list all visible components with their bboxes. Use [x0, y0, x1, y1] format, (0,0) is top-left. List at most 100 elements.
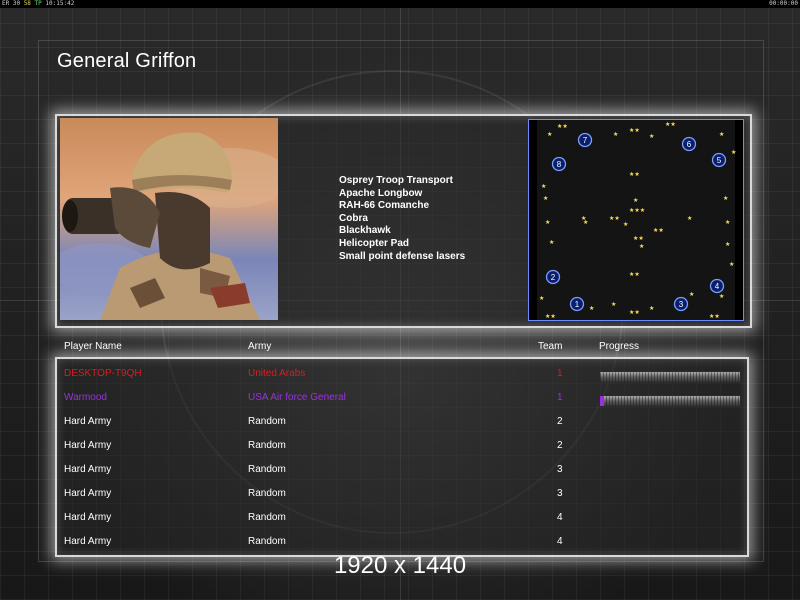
player-team: 2 [557, 416, 563, 427]
svg-text:★: ★ [589, 305, 594, 312]
svg-text:★★: ★★ [629, 309, 640, 316]
unit-item: RAH-66 Comanche [339, 200, 430, 212]
player-name: DESKTOP-T9QH [64, 368, 142, 379]
svg-text:★★: ★★ [633, 235, 644, 242]
svg-text:★★: ★★ [709, 313, 720, 320]
player-name: Hard Army [64, 536, 112, 547]
svg-text:★★: ★★ [629, 127, 640, 134]
map-preview: ★★ ★★ ★★ ★ ★ ★ ★ ★ ★ ★★ ★ ★ ★★ ★★★ ★ ★ ★★ ★ ★ ★ ★ ★ ★★ ★… [528, 119, 744, 321]
column-header-team: Team [538, 341, 563, 352]
svg-text:★: ★ [633, 197, 638, 204]
player-army: United Arabs [248, 368, 306, 379]
start-position-label: 1 [575, 300, 580, 309]
unit-list: Osprey Troop Transport Apache Longbow RA… [339, 175, 465, 263]
player-row: Warmood USA Air force General 1 [0, 388, 800, 408]
unit-item: Small point defense lasers [339, 250, 466, 262]
svg-text:★★: ★★ [629, 271, 640, 278]
page-title: General Griffon [57, 50, 197, 72]
start-position-label: 7 [583, 136, 588, 145]
svg-text:★: ★ [731, 149, 736, 156]
svg-text:★: ★ [723, 195, 728, 202]
player-row: DESKTOP-T9QH United Arabs 1 [0, 364, 800, 384]
player-army: Random [248, 464, 286, 475]
player-name: Hard Army [64, 512, 112, 523]
svg-text:★: ★ [613, 131, 618, 138]
svg-text:★: ★ [545, 219, 550, 226]
svg-text:★★: ★★ [545, 313, 556, 320]
svg-text:★: ★ [649, 133, 654, 140]
player-row: Hard Army Random 2 [0, 412, 800, 432]
general-portrait [60, 118, 278, 320]
svg-text:★★★: ★★★ [629, 207, 645, 214]
debug-status-bar: ER 30 58 TP 10:15:42 00:00:00 [0, 0, 800, 8]
svg-text:★: ★ [687, 215, 692, 222]
stat-b: 58 [23, 0, 31, 7]
clock-right: 00:00:00 [769, 0, 798, 7]
load-progress-fill [600, 396, 605, 406]
stat-a: ER 30 [2, 0, 21, 7]
svg-text:★: ★ [623, 221, 628, 228]
minimap-svg: ★★★★★★ ★ ★ ★ ★ ★★★★ ★★ ★★ ★★★★★ ★★★★ ★★★ ★★★… [529, 120, 743, 320]
start-position-label: 5 [717, 156, 722, 165]
player-army: Random [248, 416, 286, 427]
start-position-label: 2 [551, 273, 556, 282]
svg-text:★: ★ [539, 295, 544, 302]
start-position-label: 4 [715, 282, 720, 291]
svg-text:★: ★ [611, 301, 616, 308]
column-header-progress: Progress [599, 341, 640, 352]
svg-text:★: ★ [719, 131, 724, 138]
player-army: Random [248, 536, 286, 547]
player-army: Random [248, 440, 286, 451]
player-name: Warmood [64, 392, 107, 403]
svg-text:★: ★ [725, 219, 730, 226]
player-army: USA Air force General [248, 392, 346, 403]
player-army: Random [248, 512, 286, 523]
start-position-label: 3 [679, 300, 684, 309]
unit-item: Osprey Troop Transport [339, 175, 453, 186]
player-row: Hard Army Random 4 [0, 508, 800, 528]
load-progress-bar [599, 395, 741, 407]
start-position-label: 8 [557, 160, 562, 169]
player-row: Hard Army Random 2 [0, 436, 800, 456]
soldier-portrait-image [60, 118, 278, 320]
svg-text:★: ★ [725, 241, 730, 248]
player-row: Hard Army Random 3 [0, 460, 800, 480]
svg-text:★: ★ [549, 239, 554, 246]
svg-text:★★: ★★ [609, 215, 620, 222]
player-name: Hard Army [64, 440, 112, 451]
stat-c: TP [34, 0, 42, 7]
svg-text:★: ★ [649, 305, 654, 312]
svg-text:★: ★ [689, 291, 694, 298]
player-team: 4 [557, 536, 563, 547]
player-row: Hard Army Random 4 [0, 532, 800, 552]
player-team: 3 [557, 488, 563, 499]
svg-text:★: ★ [541, 183, 546, 190]
player-team: 1 [557, 392, 563, 403]
column-header-player-name: Player Name [64, 341, 122, 352]
svg-text:★: ★ [547, 131, 552, 138]
column-header-army: Army [248, 341, 272, 352]
unit-item: Blackhawk [339, 225, 391, 237]
svg-text:★: ★ [583, 219, 588, 226]
player-team: 1 [557, 368, 563, 379]
player-name: Hard Army [64, 416, 112, 427]
player-name: Hard Army [64, 488, 112, 499]
svg-text:★: ★ [639, 243, 644, 250]
player-name: Hard Army [64, 464, 112, 475]
svg-text:★★: ★★ [629, 171, 640, 178]
stats-readout: ER 30 58 TP 10:15:42 [2, 0, 74, 8]
unit-item: Helicopter Pad [339, 237, 410, 249]
player-team: 2 [557, 440, 563, 451]
player-team: 4 [557, 512, 563, 523]
start-position-label: 6 [687, 140, 692, 149]
player-row: Hard Army Random 3 [0, 484, 800, 504]
svg-text:★: ★ [729, 261, 734, 268]
resolution-label: 1920 x 1440 [333, 552, 467, 579]
player-team: 3 [557, 464, 563, 475]
svg-text:★★: ★★ [665, 121, 676, 128]
load-progress-bar [599, 371, 741, 383]
unit-item: Cobra [339, 212, 368, 224]
svg-text:★: ★ [719, 293, 724, 300]
svg-text:★★: ★★ [557, 123, 568, 130]
player-army: Random [248, 488, 286, 499]
